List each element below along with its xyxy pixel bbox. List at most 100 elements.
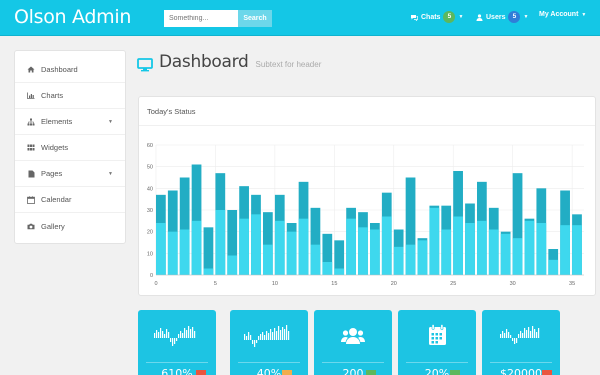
bar-series-2 [346,218,356,275]
nav-my-account[interactable]: My Account ▼ [539,11,586,18]
sidebar-item-charts[interactable]: Charts [15,83,125,109]
sparkline-icon [500,326,540,344]
user-icon [476,13,483,21]
x-tick-label: 15 [331,281,337,287]
bar-series-2 [310,244,321,275]
bar-series-2 [286,231,297,275]
x-tick-label: 0 [154,281,157,287]
search-button[interactable]: Search [238,10,272,27]
sidebar-item-widgets[interactable]: Widgets [15,135,125,161]
page-header: Dashboard Subtext for header [137,52,321,72]
tile-divider [322,362,384,363]
y-tick-label: 0 [150,273,153,279]
x-tick-label: 20 [391,281,397,287]
chevron-down-icon: ▼ [523,14,529,20]
status-panel: Today's Status 0 10 20 30 40 50 60 0 5 10 15 20 25 30… [138,96,596,296]
bar-series-2 [405,244,416,275]
bar-series-2 [156,223,166,275]
sidebar-item-calendar[interactable]: Calendar [15,187,125,213]
users-icon [341,328,365,344]
tile-divider [406,362,468,363]
tile-divider [146,362,208,363]
tile-indicator [366,370,376,375]
y-tick-label: 30 [147,208,153,214]
sidebar-item-label: Widgets [41,143,69,152]
tile-indicator [196,370,206,375]
home-icon [27,66,35,74]
bar-series-2 [298,218,309,275]
sidebar-item-label: Charts [41,91,64,100]
sidebar-item-dashboard[interactable]: Dashboard [15,57,125,83]
chevron-down-icon: ▼ [108,118,113,125]
stat-tile[interactable]: 200 [314,310,392,375]
bar-series-2 [512,238,523,275]
stat-tile[interactable]: $20000 [482,310,560,375]
search-input[interactable] [164,10,238,27]
comments-icon [411,14,418,21]
bar-series-2 [477,220,487,275]
bar-series-2 [453,216,463,275]
bar-series-1 [203,227,214,275]
bar-series-2 [167,231,178,275]
sidebar-item-elements[interactable]: Elements ▼ [15,109,125,135]
nav-users[interactable]: Users 5 ▼ [476,11,528,23]
bar-series-2 [417,240,428,275]
chevron-down-icon: ▼ [581,11,587,18]
stat-tile[interactable]: 610% [138,310,216,375]
y-tick-label: 10 [147,251,153,257]
chevron-down-icon: ▼ [108,170,113,177]
bar-series-2 [203,268,214,275]
bar-series-2 [393,246,404,275]
file-icon [27,170,35,178]
bar-series-2 [322,262,333,275]
monitor-icon [137,58,153,72]
stat-tile[interactable]: 20% [398,310,476,375]
sidebar-item-gallery[interactable]: Gallery [15,213,125,239]
nav-chats[interactable]: Chats 5 ▼ [410,11,463,23]
bar-series-2 [524,220,535,275]
grid-icon [27,144,35,152]
stat-tile[interactable]: 40% [230,310,308,375]
bar-series-2 [441,229,452,275]
sidebar-item-label: Pages [41,169,63,178]
y-tick-label: 50 [147,165,153,171]
sidebar-item-label: Gallery [41,221,65,231]
users-count-badge: 5 [508,11,521,23]
bar-series-2 [239,218,249,275]
chevron-down-icon: ▼ [458,14,464,20]
bar-series-2 [536,223,547,275]
bar-series-2 [572,225,582,275]
y-tick-label: 60 [147,143,153,149]
bar-series-2 [215,210,226,275]
sidebar-item-pages[interactable]: Pages ▼ [15,161,125,187]
tile-indicator [450,370,460,375]
brand-logo[interactable]: Olson Admin [14,6,131,28]
calendar-icon [27,195,35,204]
sidebar-item-label: Dashboard [41,65,78,74]
sidebar: Dashboard Charts Elements ▼ Widgets Page… [14,50,126,244]
bar-series-2 [560,225,570,275]
nav-account-label: My Account [539,11,579,18]
tile-indicator [542,370,552,375]
bar-chart-icon [27,92,35,100]
nav-users-label: Users [486,13,506,21]
bar-series-2 [179,229,190,275]
x-tick-label: 30 [510,281,516,287]
top-navbar: Olson Admin Search Chats 5 ▼ Users 5 ▼ M… [0,0,600,36]
bar-series-2 [227,255,238,275]
page-subtitle: Subtext for header [255,60,322,69]
sidebar-item-label: Calendar [41,195,72,204]
bar-series-2 [274,220,285,275]
calendar-icon [429,324,446,345]
y-tick-label: 20 [147,230,153,236]
tile-indicator [282,370,292,375]
x-tick-label: 10 [272,281,278,287]
x-tick-label: 35 [569,281,575,287]
sidebar-item-label: Elements [41,117,73,126]
bar-series-2 [191,220,202,275]
sitemap-icon [27,118,35,126]
tile-value: 200 [342,367,364,375]
bar-series-2 [465,223,475,275]
nav-chats-label: Chats [421,13,441,21]
bar-series-2 [488,229,499,275]
